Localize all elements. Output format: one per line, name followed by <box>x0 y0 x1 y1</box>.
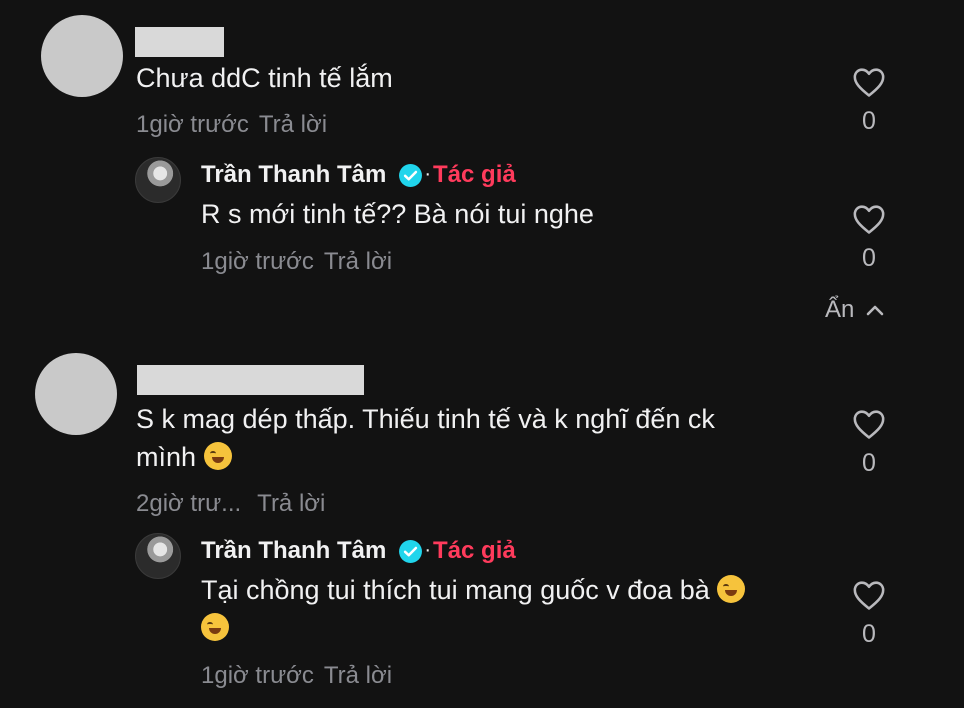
reply-button[interactable]: Trả lời <box>257 490 325 517</box>
comment-text-line-2: mình <box>136 442 197 472</box>
like-button[interactable]: 0 <box>849 203 889 273</box>
like-count: 0 <box>862 244 876 272</box>
comment-text: S k mag dép thấp. Thiếu tinh tế và k ngh… <box>136 400 715 476</box>
separator: · <box>424 162 432 185</box>
reply-button[interactable]: Trả lời <box>259 111 327 138</box>
comment-text-line-1: S k mag dép thấp. Thiếu tinh tế và k ngh… <box>136 404 715 434</box>
rolling-laughing-emoji <box>201 613 229 641</box>
heart-outline-icon <box>853 68 885 97</box>
reply-text-content: Tại chồng tui thích tui mang guốc v đoa … <box>201 575 710 605</box>
author-name[interactable]: Trần Thanh Tâm <box>201 161 386 189</box>
comment-timestamp: 2giờ trư... <box>136 490 242 517</box>
author-avatar[interactable] <box>135 533 181 579</box>
author-tag: Tác giả <box>433 537 516 564</box>
reply-text: Tại chồng tui thích tui mang guốc v đoa … <box>201 571 746 647</box>
chevron-up-icon <box>867 305 884 316</box>
hide-replies-button[interactable]: Ẩn <box>825 296 884 324</box>
author-name[interactable]: Trần Thanh Tâm <box>201 537 386 565</box>
verified-check-icon <box>399 539 423 563</box>
heart-outline-icon <box>853 410 885 439</box>
heart-outline-icon <box>853 205 885 234</box>
author-tag: Tác giả <box>433 161 516 188</box>
reply-text: R s mới tinh tế?? Bà nói tui nghe <box>201 199 594 229</box>
comment-meta: 2giờ trư... Trả lời <box>136 490 325 518</box>
verified-check-icon <box>399 163 423 187</box>
redacted-username[interactable] <box>135 27 224 57</box>
rolling-laughing-emoji <box>717 575 746 603</box>
like-count: 0 <box>862 449 876 477</box>
reply-header: Trần Thanh Tâm · Tác giả <box>201 161 516 189</box>
commenter-avatar[interactable] <box>41 15 123 97</box>
heart-outline-icon <box>853 581 885 610</box>
like-button[interactable]: 0 <box>849 408 889 478</box>
like-count: 0 <box>862 107 876 135</box>
like-button[interactable]: 0 <box>849 66 889 136</box>
like-button[interactable]: 0 <box>849 579 889 649</box>
reply-button[interactable]: Trả lời <box>324 248 392 275</box>
comment-text: Chưa ddC tinh tế lắm <box>136 63 393 93</box>
redacted-username[interactable] <box>137 365 364 395</box>
reply-button[interactable]: Trả lời <box>324 662 392 689</box>
reply-timestamp: 1giờ trước <box>201 248 314 275</box>
reply-header: Trần Thanh Tâm · Tác giả <box>201 537 516 565</box>
reply-meta: 1giờ trước Trả lời <box>201 662 392 690</box>
commenter-avatar[interactable] <box>35 353 117 435</box>
author-avatar[interactable] <box>135 157 181 203</box>
hide-label: Ẩn <box>825 296 855 323</box>
comment-timestamp: 1giờ trước <box>136 111 249 138</box>
laughing-tears-emoji <box>203 442 232 470</box>
reply-timestamp: 1giờ trước <box>201 662 314 689</box>
reply-meta: 1giờ trước Trả lời <box>201 248 392 276</box>
comment-meta: 1giờ trước Trả lời <box>136 111 327 139</box>
like-count: 0 <box>862 620 876 648</box>
separator: · <box>424 538 432 561</box>
